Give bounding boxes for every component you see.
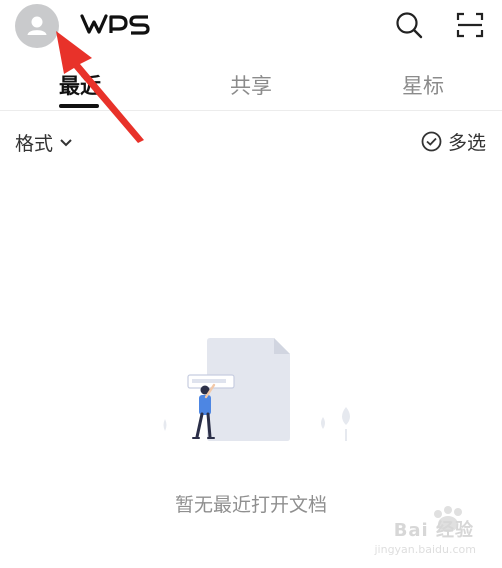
scan-icon	[456, 12, 484, 38]
format-filter-button[interactable]: 格式	[15, 129, 73, 156]
active-tab-indicator	[59, 104, 99, 108]
tab-starred[interactable]: 星标	[383, 70, 463, 100]
tab-recent[interactable]: 最近	[40, 70, 120, 100]
user-avatar-icon	[27, 16, 47, 35]
scan-button[interactable]	[455, 10, 485, 40]
format-filter-label: 格式	[15, 133, 54, 155]
search-icon	[396, 12, 423, 39]
multi-select-label: 多选	[447, 132, 486, 154]
watermark-brand: Bai 经验	[393, 520, 474, 541]
check-circle-icon	[421, 131, 442, 152]
empty-state-illustration	[150, 333, 360, 463]
tab-bar: 最近 共享 星标	[0, 60, 502, 111]
top-bar	[0, 0, 502, 56]
wps-logo	[80, 12, 152, 38]
watermark-url: jingyan.baidu.com	[374, 543, 476, 556]
filter-row: 格式 多选	[0, 124, 502, 160]
user-avatar[interactable]	[15, 4, 59, 48]
chevron-down-icon	[60, 138, 72, 146]
search-button[interactable]	[394, 10, 424, 40]
tab-shared[interactable]: 共享	[211, 70, 291, 100]
multi-select-button[interactable]: 多选	[421, 128, 486, 155]
